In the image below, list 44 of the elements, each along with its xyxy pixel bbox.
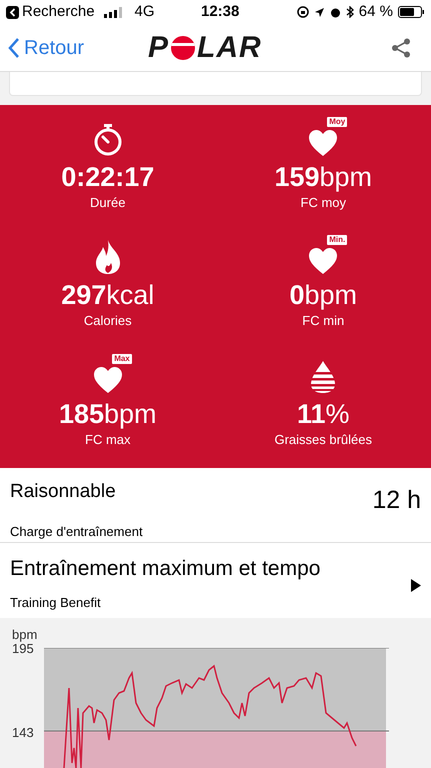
network-type: 4G	[134, 2, 155, 22]
heart-icon	[92, 366, 123, 394]
y-tick-label: 195	[12, 642, 34, 656]
stat-value: 185bpm	[58, 398, 157, 431]
stat-value: 0bpm	[289, 279, 358, 312]
training-load-subtitle: Charge d'entraînement	[10, 522, 144, 541]
flame-icon	[94, 239, 122, 276]
stat-label: Durée	[90, 194, 126, 211]
heart-icon	[308, 247, 338, 276]
stat-value: 159bpm	[274, 161, 372, 194]
stat-label: Graisses brûlées	[274, 430, 372, 448]
stat-label: FC max	[85, 430, 130, 448]
stat-value: 297kcal	[61, 279, 154, 312]
stat-label: FC min	[302, 312, 344, 330]
battery-percent: 64 %	[358, 2, 393, 22]
stat-value: 0:22:17	[61, 161, 154, 194]
chevron-left-icon	[8, 36, 20, 58]
heart-badge: Max	[112, 354, 132, 364]
training-load-title: Raisonnable	[10, 480, 116, 504]
chart-unit: bpm	[12, 628, 38, 642]
back-app-link[interactable]: Recherche	[22, 0, 95, 24]
stat-label: FC moy	[300, 194, 346, 211]
fat-drop-icon	[309, 360, 338, 394]
play-arrow-icon	[411, 579, 421, 592]
heart-badge: Moy	[327, 117, 348, 127]
heart-badge: Min.	[327, 235, 348, 246]
bluetooth-icon	[346, 6, 354, 18]
y-tick-label: 143	[12, 726, 35, 740]
rotation-lock-icon	[296, 6, 309, 18]
signal-icon	[104, 6, 124, 18]
battery-icon	[398, 6, 425, 18]
polar-logo: P LAR	[148, 32, 262, 62]
share-icon[interactable]	[391, 38, 411, 58]
training-benefit-row[interactable]: Entraînement maximum et tempo Training Benefit	[0, 543, 431, 618]
location-icon	[314, 6, 325, 18]
training-benefit-title: Entraînement maximum et tempo	[10, 556, 320, 582]
stat-label: Calories	[84, 312, 132, 330]
heart-icon	[308, 129, 338, 157]
training-benefit-subtitle: Training Benefit	[10, 594, 102, 612]
back-button[interactable]: Retour	[8, 32, 128, 62]
clock-time: 12:38	[201, 2, 240, 22]
stat-value: 11%	[296, 398, 350, 431]
training-load-value: 12 h	[372, 485, 421, 516]
back-app-icon	[6, 6, 19, 18]
